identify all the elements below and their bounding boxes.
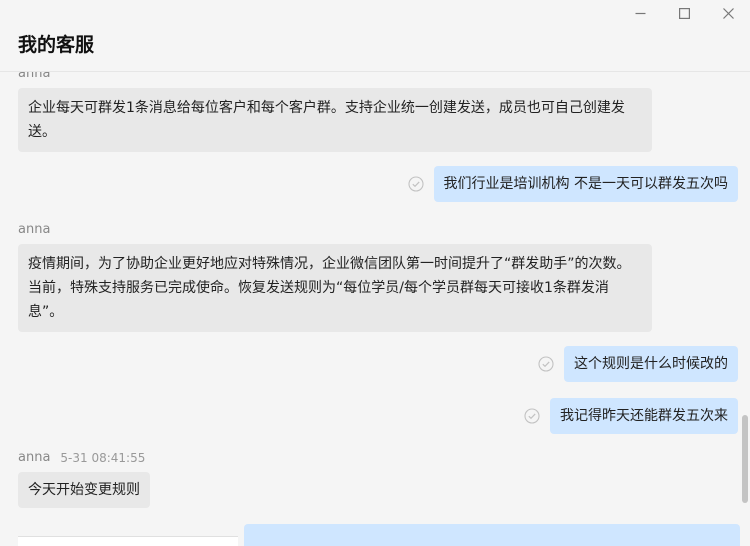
outgoing-bubble[interactable]: 这个规则是什么时候改的 bbox=[564, 346, 738, 382]
incoming-message: anna 疫情期间，为了协助企业更好地应对特殊情况，企业微信团队第一时间提升了“… bbox=[18, 222, 652, 332]
sender-row: anna bbox=[18, 222, 652, 238]
incoming-message: anna 企业每天可群发1条消息给每位客户和每个客户群。支持企业统一创建发送，成… bbox=[18, 72, 652, 152]
sender-name: anna bbox=[18, 450, 51, 465]
close-icon bbox=[722, 7, 734, 19]
outgoing-bubble[interactable]: 我记得昨天还能群发五次来 bbox=[550, 398, 738, 434]
read-check-icon bbox=[407, 176, 424, 192]
sender-row: anna bbox=[18, 72, 652, 82]
outgoing-message: 这个规则是什么时候改的 bbox=[538, 346, 738, 382]
message-input-edge[interactable] bbox=[18, 536, 238, 546]
maximize-button[interactable] bbox=[662, 0, 706, 26]
incoming-message: anna 5-31 08:41:55 今天开始变更规则 bbox=[18, 450, 150, 508]
chat-message-list[interactable]: anna 企业每天可群发1条消息给每位客户和每个客户群。支持企业统一创建发送，成… bbox=[0, 72, 742, 546]
sender-name: anna bbox=[18, 72, 51, 81]
minimize-button[interactable] bbox=[618, 0, 662, 26]
outgoing-message: 我记得昨天还能群发五次来 bbox=[524, 398, 738, 434]
read-check-icon bbox=[524, 408, 540, 424]
minimize-icon bbox=[635, 8, 646, 19]
scrollbar-thumb[interactable] bbox=[742, 415, 748, 503]
page-title: 我的客服 bbox=[18, 34, 95, 56]
read-check-icon bbox=[538, 356, 554, 372]
message-timestamp: 5-31 08:41:55 bbox=[60, 451, 146, 465]
outgoing-message: 我们行业是培训机构 不是一天可以群发五次吗 bbox=[407, 166, 738, 202]
window-controls bbox=[618, 0, 750, 26]
incoming-bubble[interactable]: 今天开始变更规则 bbox=[18, 472, 150, 508]
sender-name: anna bbox=[18, 222, 51, 237]
outgoing-bubble[interactable]: 我们行业是培训机构 不是一天可以群发五次吗 bbox=[433, 166, 738, 202]
outgoing-bubble-partial[interactable] bbox=[244, 524, 740, 546]
title-bar: 我的客服 bbox=[0, 0, 750, 72]
maximize-icon bbox=[678, 7, 690, 19]
incoming-bubble[interactable]: 疫情期间，为了协助企业更好地应对特殊情况，企业微信团队第一时间提升了“群发助手”… bbox=[18, 244, 652, 332]
close-button[interactable] bbox=[706, 0, 750, 26]
sender-row: anna 5-31 08:41:55 bbox=[18, 450, 150, 466]
incoming-bubble[interactable]: 企业每天可群发1条消息给每位客户和每个客户群。支持企业统一创建发送，成员也可自己… bbox=[18, 88, 652, 152]
